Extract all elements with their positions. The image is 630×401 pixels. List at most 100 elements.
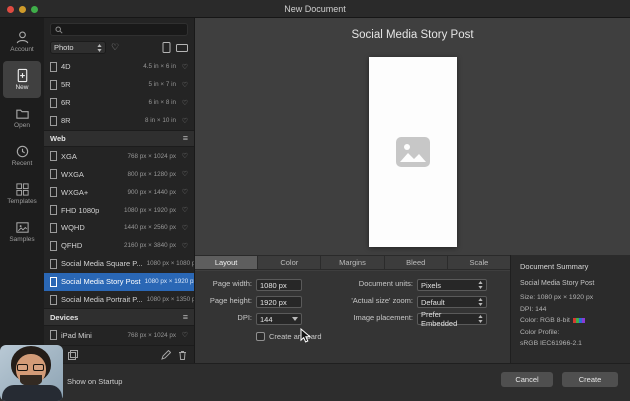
favorite-icon[interactable]: ♡ bbox=[180, 224, 188, 232]
page-width-input[interactable]: 1080 px bbox=[256, 279, 302, 291]
summary-profile-label: Color Profile: bbox=[520, 328, 560, 336]
recent-icon bbox=[15, 144, 30, 159]
preset-size: 900 px × 1440 px bbox=[127, 188, 177, 196]
preset-size: 1440 px × 2560 px bbox=[124, 224, 176, 232]
sidebar-item-account[interactable]: Account bbox=[3, 23, 41, 60]
favorite-icon[interactable]: ♡ bbox=[180, 81, 188, 89]
artboard-icon[interactable] bbox=[68, 349, 78, 360]
portrait-orientation-icon[interactable] bbox=[162, 42, 171, 53]
section-menu-icon[interactable]: ≡ bbox=[183, 134, 188, 143]
preset-name: Social Media Story Post bbox=[61, 277, 141, 287]
preset-name: 5R bbox=[61, 80, 71, 90]
search-input[interactable] bbox=[66, 25, 183, 34]
create-artboard-label: Create artboard bbox=[269, 332, 322, 341]
favorite-icon[interactable]: ♡ bbox=[180, 117, 188, 125]
preset-name: 4D bbox=[61, 62, 71, 72]
preset-row[interactable]: Social Media Story Post 1080 px × 1920 px… bbox=[44, 272, 194, 291]
mouse-cursor bbox=[300, 328, 311, 343]
actual-size-zoom-select[interactable]: Default bbox=[417, 296, 487, 308]
footer-bar: ✓ Show on Startup Cancel Create bbox=[0, 363, 630, 401]
dpi-label: DPI: bbox=[237, 313, 252, 322]
window-title: New Document bbox=[284, 4, 346, 14]
preset-name: QFHD bbox=[61, 241, 83, 251]
preset-section-header[interactable]: Web ≡ bbox=[44, 129, 194, 148]
create-artboard-row: Create artboard bbox=[256, 332, 322, 341]
tab-margins[interactable]: Margins bbox=[321, 256, 385, 269]
page-icon bbox=[50, 97, 57, 108]
page-icon bbox=[50, 169, 57, 180]
tab-layout[interactable]: Layout bbox=[195, 256, 259, 269]
summary-profile-value: sRGB IEC61966-2.1 bbox=[520, 340, 582, 347]
preset-size: 6 in × 8 in bbox=[148, 99, 176, 107]
preset-row[interactable]: QFHD 2160 px × 3840 px ♡ bbox=[44, 237, 194, 255]
search-box[interactable] bbox=[50, 23, 188, 36]
preset-list: 4D 4.5 in × 6 in ♡ 5R 5 in × 7 in ♡ 6R 6 in × 8… bbox=[44, 58, 194, 345]
preset-row[interactable]: WQHD 1440 px × 2560 px ♡ bbox=[44, 219, 194, 237]
favorite-icon[interactable]: ♡ bbox=[180, 63, 188, 71]
preset-row[interactable]: XGA 768 px × 1024 px ♡ bbox=[44, 147, 194, 165]
select-arrows-icon bbox=[478, 298, 483, 306]
page-icon bbox=[50, 187, 57, 198]
titlebar: New Document bbox=[0, 0, 630, 18]
preset-section-header[interactable]: Devices ≡ bbox=[44, 308, 194, 327]
tab-color[interactable]: Color bbox=[258, 256, 322, 269]
preset-row[interactable]: 8R 8 in × 10 in ♡ bbox=[44, 112, 194, 130]
tab-scale[interactable]: Scale bbox=[447, 256, 511, 269]
show-on-startup-label: Show on Startup bbox=[67, 377, 123, 386]
preset-row[interactable]: FHD 1080p 1080 px × 1920 px ♡ bbox=[44, 201, 194, 219]
page-icon bbox=[50, 222, 57, 233]
preset-name: Social Media Portrait P... bbox=[61, 295, 143, 305]
preset-row[interactable]: Social Media Square P... 1080 px × 1080 p… bbox=[44, 255, 194, 273]
page-height-input[interactable]: 1920 px bbox=[256, 296, 302, 308]
dpi-select[interactable]: 144 bbox=[256, 313, 302, 325]
document-summary-panel: Document Summary Social Media Story Post… bbox=[510, 255, 630, 363]
create-button[interactable]: Create bbox=[562, 372, 618, 387]
preset-row[interactable]: WXGA 800 px × 1280 px ♡ bbox=[44, 165, 194, 183]
preset-row[interactable]: WXGA+ 900 px × 1440 px ♡ bbox=[44, 183, 194, 201]
preset-row[interactable]: 6R 6 in × 8 in ♡ bbox=[44, 94, 194, 112]
document-preview bbox=[368, 57, 457, 247]
preset-row[interactable]: 4D 4.5 in × 6 in ♡ bbox=[44, 58, 194, 76]
category-select[interactable]: Photo bbox=[50, 41, 106, 54]
sidebar-item-recent[interactable]: Recent bbox=[3, 137, 41, 174]
favorite-icon[interactable]: ♡ bbox=[180, 331, 188, 339]
favorite-icon[interactable]: ♡ bbox=[180, 99, 188, 107]
chevron-down-icon bbox=[292, 317, 298, 321]
preset-size: 5 in × 7 in bbox=[148, 81, 176, 89]
favorite-icon[interactable]: ♡ bbox=[180, 188, 188, 196]
image-placement-select[interactable]: Prefer Embedded bbox=[417, 310, 487, 328]
new-document-icon bbox=[15, 68, 30, 83]
favorite-icon[interactable]: ♡ bbox=[180, 206, 188, 214]
category-row: Photo ♡ bbox=[50, 40, 188, 55]
sidebar-item-label: New bbox=[15, 84, 29, 91]
section-menu-icon[interactable]: ≡ bbox=[183, 312, 188, 322]
preset-name: WXGA bbox=[61, 169, 84, 179]
preset-row[interactable]: iPad Mini 768 px × 1024 px ♡ bbox=[44, 326, 194, 344]
trash-icon[interactable] bbox=[178, 350, 187, 360]
favorite-icon[interactable]: ♡ bbox=[180, 170, 188, 178]
cancel-button[interactable]: Cancel bbox=[501, 372, 553, 387]
new-document-dialog: New Document Account New Open Recent Templat… bbox=[0, 0, 630, 401]
preset-row[interactable]: Social Media Portrait P... 1080 px × 1350… bbox=[44, 291, 194, 309]
show-on-startup-row: ✓ Show on Startup bbox=[54, 377, 122, 386]
document-units-select[interactable]: Pixels bbox=[417, 279, 487, 291]
page-icon bbox=[50, 330, 57, 341]
favorites-filter-icon[interactable]: ♡ bbox=[111, 43, 119, 52]
sidebar-item-new[interactable]: New bbox=[3, 61, 41, 98]
preset-row[interactable]: 5R 5 in × 7 in ♡ bbox=[44, 76, 194, 94]
page-icon bbox=[50, 151, 57, 162]
preset-name: 6R bbox=[61, 98, 71, 108]
edit-pen-icon[interactable] bbox=[161, 349, 171, 360]
preset-name: 8R bbox=[61, 116, 71, 126]
page-width-label: Page width: bbox=[212, 279, 252, 288]
create-artboard-checkbox[interactable] bbox=[256, 332, 265, 341]
preset-toolbar bbox=[44, 345, 194, 363]
tab-bleed[interactable]: Bleed bbox=[384, 256, 448, 269]
sidebar-item-templates[interactable]: Templates bbox=[3, 175, 41, 212]
favorite-icon[interactable]: ♡ bbox=[180, 242, 188, 250]
sidebar-item-open[interactable]: Open bbox=[3, 99, 41, 136]
page-icon bbox=[50, 205, 57, 216]
sidebar-item-samples[interactable]: Samples bbox=[3, 213, 41, 250]
landscape-orientation-icon[interactable] bbox=[176, 43, 188, 53]
favorite-icon[interactable]: ♡ bbox=[180, 152, 188, 160]
